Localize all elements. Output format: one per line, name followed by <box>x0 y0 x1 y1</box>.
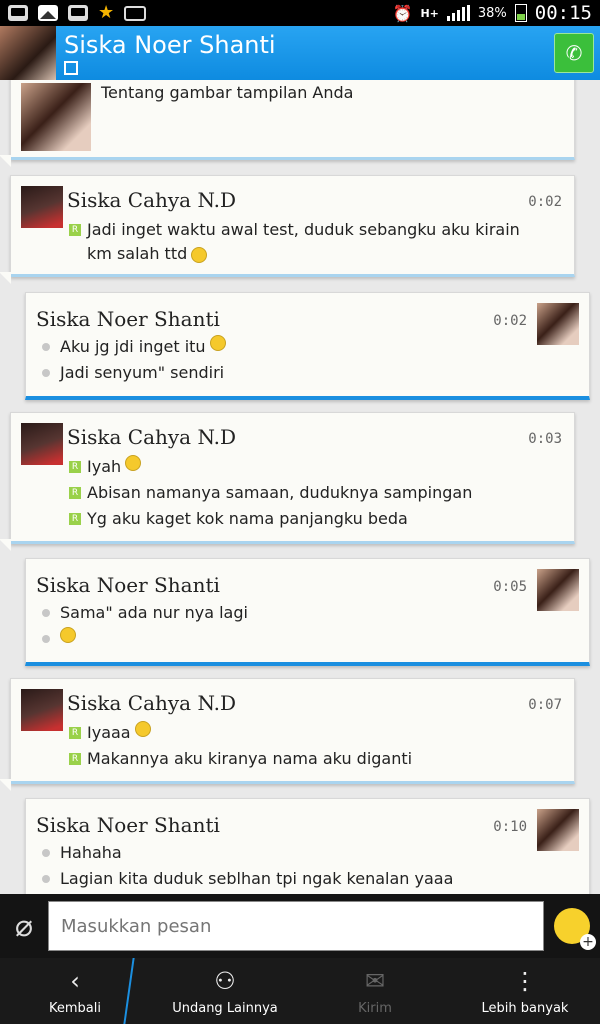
message-bubble-incoming[interactable]: Tentang gambar tampilan Anda <box>0 80 575 167</box>
message-composer: ⌀ <box>0 894 600 958</box>
sender-avatar <box>21 186 63 228</box>
message-bubble-outgoing[interactable]: Siska Noer Shanti 0:10 Hahaha Lagian kit… <box>25 798 590 894</box>
more-label: Lebih banyak <box>481 1001 569 1016</box>
send-label: Kirim <box>358 1001 392 1016</box>
read-receipt-icon: R <box>69 513 81 525</box>
add-contact-icon: ⚇ <box>214 967 236 995</box>
bullet-icon <box>42 875 50 883</box>
sender-name: Siska Cahya N.D <box>67 188 237 212</box>
bullet-icon <box>42 849 50 857</box>
battery-icon <box>514 4 527 22</box>
message-line: Jadi senyum" sendiri <box>42 361 224 385</box>
phone-icon: ✆ <box>565 41 583 65</box>
bullet-icon <box>42 343 50 351</box>
emoticon-icon <box>60 627 76 643</box>
read-receipt-icon: R <box>69 461 81 473</box>
chat-title: Siska Noer Shanti <box>64 31 276 59</box>
chevron-left-icon: ‹ <box>70 967 80 995</box>
more-button[interactable]: ⋮ Lebih banyak <box>450 958 600 1024</box>
message-line: Sama" ada nur nya lagi <box>42 601 248 625</box>
message-line: R Iyaaa <box>69 721 151 745</box>
sender-avatar <box>537 569 579 611</box>
message-bubble-incoming[interactable]: Siska Cahya N.D 0:02 R Jadi inget waktu a… <box>0 175 575 284</box>
back-label: Kembali <box>49 1001 101 1016</box>
message-line: R Jadi inget waktu awal test, duduk seban… <box>69 218 549 266</box>
contact-avatar[interactable] <box>0 26 56 80</box>
message-bubble-incoming[interactable]: Siska Cahya N.D 0:07 R Iyaaa R Makannya ak… <box>0 678 575 791</box>
message-line: Tentang gambar tampilan Anda <box>101 83 354 102</box>
bbm-notification-icon <box>8 5 28 21</box>
more-vertical-icon: ⋮ <box>513 967 537 995</box>
chat-area[interactable]: Tentang gambar tampilan Anda Siska Cahya… <box>0 80 600 894</box>
network-type: H+ <box>420 6 439 20</box>
read-receipt-icon: R <box>69 727 81 739</box>
call-button[interactable]: ✆ <box>554 33 594 73</box>
sender-name: Siska Cahya N.D <box>67 691 237 715</box>
message-line: Lagian kita duduk seblhan tpi ngak kenal… <box>42 867 453 891</box>
message-line: Aku jg jdi inget itu <box>42 335 226 359</box>
sender-name: Siska Noer Shanti <box>36 307 220 331</box>
message-line: R Yg aku kaget kok nama panjangku beda <box>69 507 408 531</box>
paperclip-icon: ⌀ <box>14 908 34 944</box>
message-line: Hahaha <box>42 841 122 865</box>
emoticon-icon <box>209 335 226 351</box>
camera-icon <box>124 5 147 21</box>
bbm-send-icon: ✉ <box>364 967 386 995</box>
signal-icon <box>446 5 470 21</box>
sender-avatar <box>537 303 579 345</box>
message-bubble-outgoing[interactable]: Siska Noer Shanti 0:05 Sama" ada nur nya… <box>25 558 590 666</box>
emoticon-icon <box>134 721 151 737</box>
picture-thumbnail <box>21 83 91 151</box>
invite-button[interactable]: ⚇ Undang Lainnya <box>150 958 300 1024</box>
battery-percent: 38% <box>477 5 507 21</box>
emoticon-icon <box>125 455 142 471</box>
bbm-chat-icon <box>68 5 88 21</box>
message-time: 0:03 <box>528 431 562 447</box>
sender-name: Siska Noer Shanti <box>36 813 220 837</box>
message-line: R Iyah <box>69 455 142 479</box>
read-receipt-icon: R <box>69 487 81 499</box>
read-receipt-icon: R <box>69 753 81 765</box>
send-button[interactable]: ✉ Kirim <box>300 958 450 1024</box>
message-time: 0:10 <box>493 819 527 835</box>
message-bubble-outgoing[interactable]: Siska Noer Shanti 0:02 Aku jg jdi inget … <box>25 292 590 400</box>
clock: 00:15 <box>534 2 592 24</box>
sender-avatar <box>21 689 63 731</box>
message-line <box>42 627 76 643</box>
bullet-icon <box>42 369 50 377</box>
sender-name: Siska Noer Shanti <box>36 573 220 597</box>
status-bar: ★ ⏰ H+ 38% 00:15 <box>0 0 600 26</box>
message-line: R Makannya aku kiranya nama aku diganti <box>69 747 412 771</box>
status-checkbox-icon <box>64 61 78 75</box>
message-time: 0:02 <box>493 313 527 329</box>
emoticon-picker-button[interactable] <box>554 908 596 950</box>
chat-header: Siska Noer Shanti ✆ <box>0 26 600 80</box>
bottom-navigation: ‹ Kembali ⚇ Undang Lainnya ✉ Kirim ⋮ Leb… <box>0 958 600 1024</box>
message-time: 0:05 <box>493 579 527 595</box>
message-line: R Abisan namanya samaan, duduknya samping… <box>69 481 472 505</box>
message-input[interactable] <box>48 901 544 951</box>
message-bubble-incoming[interactable]: Siska Cahya N.D 0:03 R Iyah R Abisan naman… <box>0 412 575 551</box>
bullet-icon <box>42 609 50 617</box>
alarm-icon: ⏰ <box>392 3 413 23</box>
bullet-icon <box>42 635 50 643</box>
sender-name: Siska Cahya N.D <box>67 425 237 449</box>
attach-button[interactable]: ⌀ <box>0 894 48 958</box>
image-notification-icon <box>38 5 58 21</box>
message-time: 0:02 <box>528 194 562 210</box>
message-time: 0:07 <box>528 697 562 713</box>
emoticon-icon <box>191 246 208 263</box>
invite-label: Undang Lainnya <box>172 1001 278 1016</box>
star-icon: ★ <box>98 2 115 23</box>
read-receipt-icon: R <box>69 224 81 236</box>
sender-avatar <box>537 809 579 851</box>
sender-avatar <box>21 423 63 465</box>
